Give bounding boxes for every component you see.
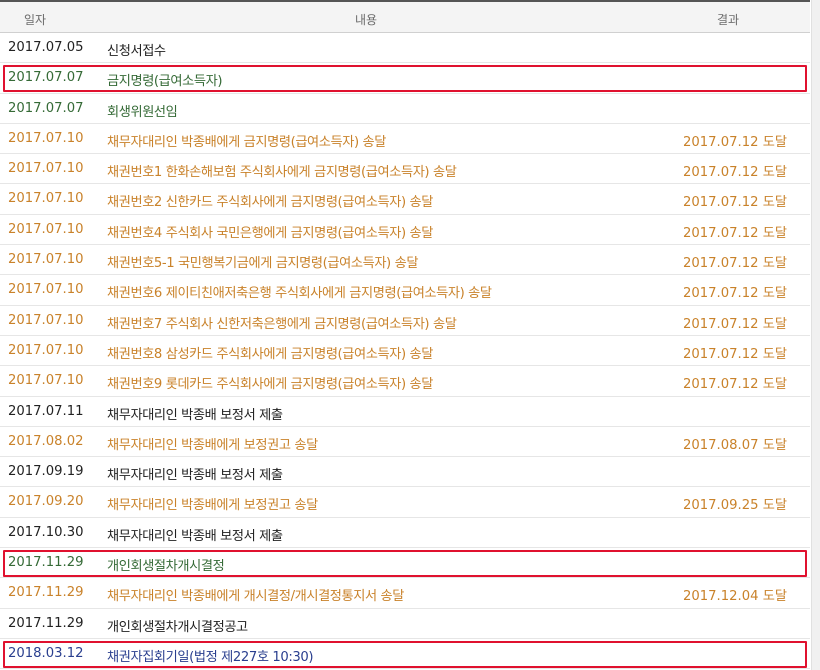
table-body: 2017.07.05 신청서접수 2017.07.07 금지명령(급여소득자) 2017… (0, 33, 810, 670)
row-date: 2017.10.30 (8, 524, 84, 540)
row-result: 2017.07.12 도달 (683, 316, 787, 332)
table-row: 2017.07.10 채권번호2 신한카드 주식회사에게 금지명령(급여소득자) … (0, 184, 810, 215)
table-row: 2017.07.10 채권번호8 삼성카드 주식회사에게 금지명령(급여소득자) … (0, 336, 810, 367)
row-date: 2017.07.10 (8, 130, 84, 146)
table-row: 2017.07.05 신청서접수 (0, 33, 810, 64)
table-row: 2017.10.30 채무자대리인 박종배 보정서 제출 (0, 518, 810, 549)
table-row: 2017.09.20 채무자대리인 박종배에게 보정권고 송달 2017.09.25… (0, 487, 810, 518)
case-history-table: 일자 내용 결과 2017.07.05 신청서접수 2017.07.07 금지명령(급… (0, 0, 810, 670)
row-result: 2017.07.12 도달 (683, 165, 787, 181)
row-result: 2017.07.12 도달 (683, 134, 787, 150)
header-result: 결과 (717, 13, 740, 27)
highlight-box (3, 549, 807, 577)
row-content: 채권번호6 제이티친애저축은행 주식회사에게 금지명령(급여소득자) 송달 (107, 286, 492, 302)
row-date: 2017.11.29 (8, 585, 84, 601)
row-result: 2017.08.07 도달 (683, 437, 787, 453)
highlight-box (3, 640, 807, 668)
row-content: 채권번호4 주식회사 국민은행에게 금지명령(급여소득자) 송달 (107, 225, 433, 241)
row-content: 회생위원선임 (107, 104, 178, 120)
table-row: 2017.07.10 채권번호6 제이티친애저축은행 주식회사에게 금지명령(급여… (0, 275, 810, 306)
row-date: 2017.07.10 (8, 252, 84, 268)
row-result: 2017.07.12 도달 (683, 256, 787, 272)
table-row: 2017.11.29 채무자대리인 박종배에게 개시결정/개시결정통지서 송달 20… (0, 578, 810, 609)
table-row: 2017.07.07 회생위원선임 (0, 94, 810, 124)
row-date: 2017.11.29 (8, 615, 84, 631)
row-content: 채무자대리인 박종배에게 금지명령(급여소득자) 송달 (107, 134, 386, 150)
row-content: 채권번호7 주식회사 신한저축은행에게 금지명령(급여소득자) 송달 (107, 316, 457, 332)
row-date: 2017.07.10 (8, 191, 84, 207)
row-result: 2017.09.25 도달 (683, 498, 787, 514)
row-date: 2017.08.02 (8, 433, 84, 449)
table-row: 2017.07.10 채권번호7 주식회사 신한저축은행에게 금지명령(급여소득자… (0, 306, 810, 336)
row-content: 채무자대리인 박종배에게 보정권고 송달 (107, 498, 318, 514)
row-date: 2017.09.20 (8, 494, 84, 510)
header-content: 내용 (355, 13, 378, 27)
row-content: 채권번호2 신한카드 주식회사에게 금지명령(급여소득자) 송달 (107, 195, 433, 211)
table-row: 2017.07.11 채무자대리인 박종배 보정서 제출 (0, 397, 810, 427)
row-content: 개인회생절차개시결정공고 (107, 619, 248, 635)
row-result: 2017.07.12 도달 (683, 225, 787, 241)
highlight-box (3, 64, 807, 92)
row-result: 2017.07.12 도달 (683, 377, 787, 393)
table-row: 2017.09.19 채무자대리인 박종배 보정서 제출 (0, 457, 810, 488)
row-date: 2017.07.11 (8, 403, 84, 419)
row-date: 2017.07.07 (8, 100, 84, 116)
row-date: 2017.07.10 (8, 282, 84, 298)
row-date: 2017.09.19 (8, 464, 84, 480)
table-row: 2017.08.02 채무자대리인 박종배에게 보정권고 송달 2017.08.07… (0, 427, 810, 458)
row-content: 채권번호9 롯데카드 주식회사에게 금지명령(급여소득자) 송달 (107, 377, 433, 393)
table-row: 2017.11.29 개인회생절차개시결정공고 (0, 609, 810, 639)
row-content: 채무자대리인 박종배에게 보정권고 송달 (107, 437, 318, 453)
table-row: 2017.07.10 채무자대리인 박종배에게 금지명령(급여소득자) 송달 201… (0, 124, 810, 155)
table-row: 2017.07.10 채권번호4 주식회사 국민은행에게 금지명령(급여소득자) … (0, 215, 810, 246)
row-date: 2017.07.05 (8, 40, 84, 55)
row-date: 2017.07.10 (8, 221, 84, 237)
row-result: 2017.12.04 도달 (683, 589, 787, 605)
row-date: 2017.07.10 (8, 312, 84, 328)
scrollbar-track[interactable] (811, 0, 820, 670)
row-content: 채무자대리인 박종배에게 개시결정/개시결정통지서 송달 (107, 589, 404, 605)
row-content: 채권번호1 한화손해보험 주식회사에게 금지명령(급여소득자) 송달 (107, 165, 457, 181)
table-header: 일자 내용 결과 (0, 0, 810, 33)
header-date: 일자 (24, 13, 47, 27)
row-date: 2017.07.10 (8, 161, 84, 177)
row-result: 2017.07.12 도달 (683, 346, 787, 362)
row-content: 채권번호8 삼성카드 주식회사에게 금지명령(급여소득자) 송달 (107, 346, 433, 362)
row-content: 채무자대리인 박종배 보정서 제출 (107, 468, 283, 484)
table-row: 2017.07.10 채권번호9 롯데카드 주식회사에게 금지명령(급여소득자) … (0, 366, 810, 397)
row-date: 2017.07.10 (8, 342, 84, 358)
row-content: 채무자대리인 박종배 보정서 제출 (107, 407, 283, 423)
row-content: 채권번호5-1 국민행복기금에게 금지명령(급여소득자) 송달 (107, 256, 419, 272)
table-row: 2017.07.10 채권번호5-1 국민행복기금에게 금지명령(급여소득자) 송… (0, 245, 810, 276)
row-date: 2017.07.10 (8, 373, 84, 389)
row-content: 신청서접수 (107, 44, 166, 59)
row-content: 채무자대리인 박종배 보정서 제출 (107, 528, 283, 544)
row-result: 2017.07.12 도달 (683, 286, 787, 302)
row-result: 2017.07.12 도달 (683, 195, 787, 211)
table-row: 2017.07.10 채권번호1 한화손해보험 주식회사에게 금지명령(급여소득자… (0, 154, 810, 185)
